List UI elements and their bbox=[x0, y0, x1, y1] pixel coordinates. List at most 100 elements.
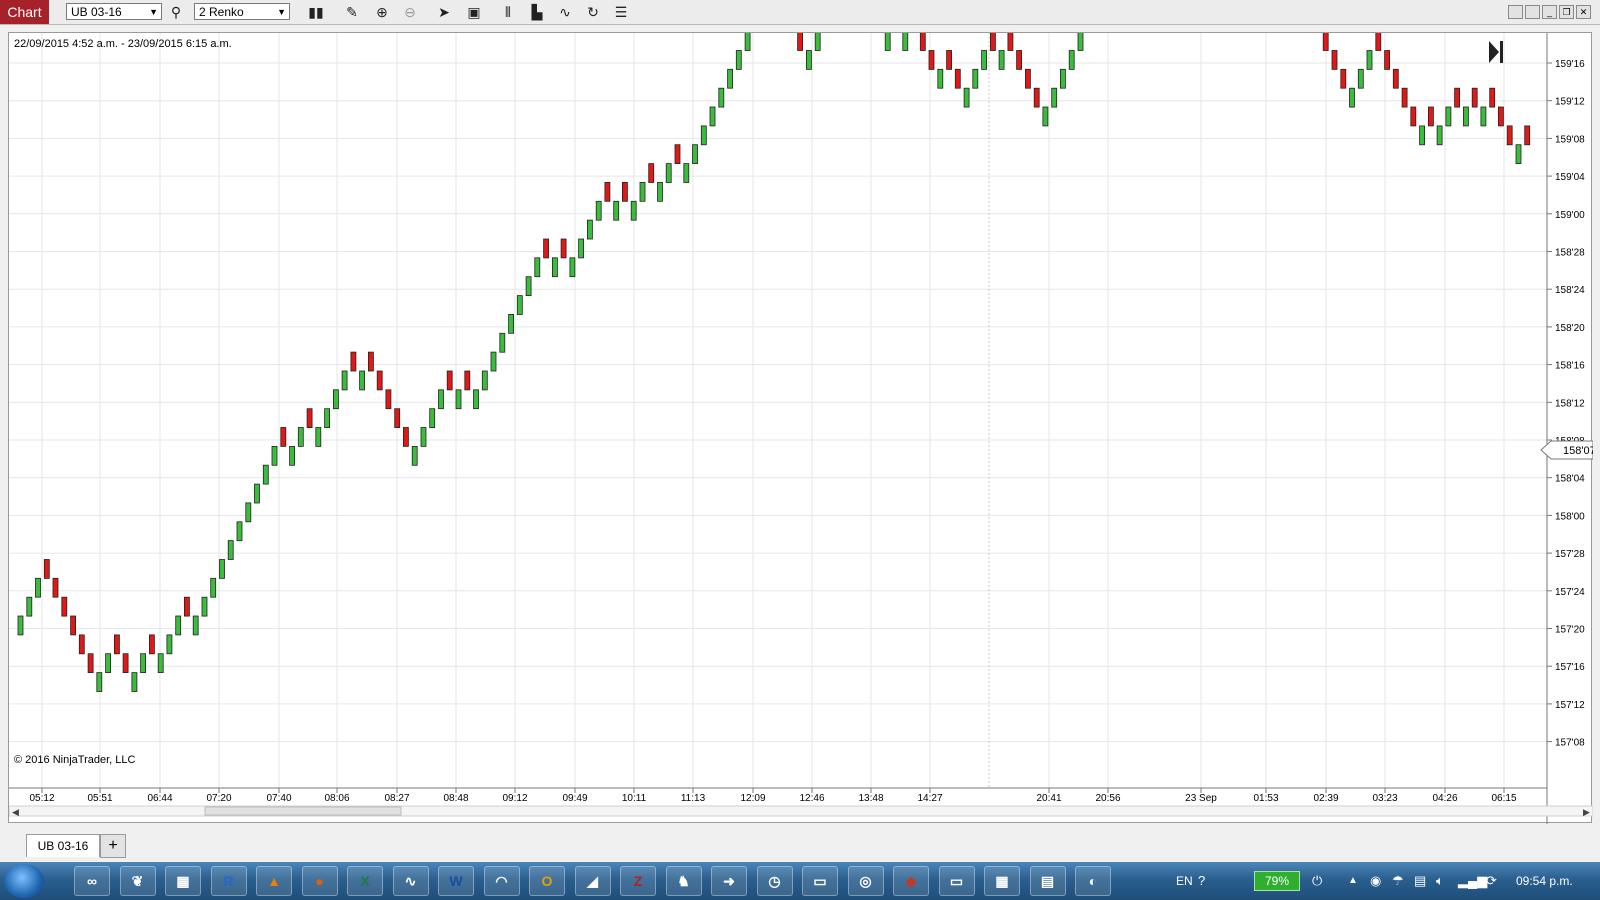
language-indicator[interactable]: EN bbox=[1176, 862, 1193, 900]
renko-down-brick bbox=[1025, 68, 1031, 89]
chart-title-tab[interactable]: Chart bbox=[0, 0, 49, 24]
renko-up-brick bbox=[201, 596, 208, 617]
reload-icon[interactable]: ↻ bbox=[583, 2, 603, 22]
renko-down-brick bbox=[1033, 87, 1040, 108]
clock[interactable]: 09:54 p.m. bbox=[1516, 862, 1573, 900]
instrument-select[interactable]: UB 03-16 ▼ bbox=[66, 3, 162, 20]
scroll-left-icon[interactable]: ◀ bbox=[12, 807, 19, 817]
renko-up-brick bbox=[1366, 50, 1373, 70]
properties-list-icon[interactable]: ☰ bbox=[611, 2, 631, 22]
zoom-in-icon[interactable]: ⊕ bbox=[372, 2, 392, 22]
show-hidden-icons[interactable]: ▲ bbox=[1348, 862, 1358, 900]
clock-icon[interactable]: ◷ bbox=[756, 866, 793, 896]
r-icon[interactable]: R bbox=[210, 866, 247, 896]
renko-up-brick bbox=[1480, 106, 1487, 127]
renko-up-brick bbox=[1357, 68, 1364, 89]
renko-up-brick bbox=[569, 257, 576, 278]
renko-down-brick bbox=[1331, 50, 1338, 70]
signal-icon[interactable]: ▂▄▆ bbox=[1458, 862, 1487, 900]
scanner-icon[interactable]: ▦ bbox=[165, 866, 201, 896]
swirl-icon[interactable]: ∿ bbox=[392, 866, 429, 896]
renko-down-brick bbox=[946, 50, 952, 70]
pointer-icon[interactable]: ➤ bbox=[434, 2, 454, 22]
restore-icon[interactable]: ❐ bbox=[1559, 5, 1574, 19]
renko-down-brick bbox=[543, 238, 549, 259]
camera-icon[interactable]: ◎ bbox=[847, 866, 884, 896]
horizontal-scrollbar[interactable]: ◀ ▶ bbox=[9, 805, 1593, 817]
time-tick-label: 05:51 bbox=[87, 793, 112, 804]
leaf-icon[interactable]: ❦ bbox=[119, 866, 156, 896]
bar-type-icon[interactable]: ▮▮ bbox=[306, 2, 326, 22]
renko-up-brick bbox=[254, 483, 260, 504]
monitor-icon[interactable]: ▭ bbox=[938, 866, 975, 896]
time-tick-label: 08:48 bbox=[443, 793, 468, 804]
renko-down-brick bbox=[70, 615, 76, 636]
sync-icon[interactable]: ⟳ bbox=[1486, 862, 1497, 900]
data-box-icon[interactable]: ▣ bbox=[464, 2, 484, 22]
pdf-icon[interactable]: ◆ bbox=[893, 866, 929, 896]
price-tick-label: 158'16 bbox=[1555, 361, 1585, 372]
renko-up-brick bbox=[271, 445, 278, 466]
drawing-tools-icon[interactable]: ∿ bbox=[555, 2, 575, 22]
calculator-icon[interactable]: ▦ bbox=[984, 866, 1020, 896]
help-icon[interactable]: ? bbox=[1198, 862, 1205, 900]
renko-up-brick bbox=[210, 577, 217, 598]
scroll-right-icon[interactable]: ▶ bbox=[1583, 807, 1590, 817]
device-icon[interactable]: ▤ bbox=[1414, 862, 1426, 900]
renko-up-brick bbox=[613, 200, 620, 221]
runner-icon[interactable]: ♞ bbox=[665, 866, 702, 896]
notes-icon[interactable]: ▤ bbox=[1029, 866, 1066, 896]
outlook-icon[interactable]: O bbox=[529, 866, 565, 896]
zoom-out-icon[interactable]: ⊖ bbox=[400, 2, 420, 22]
vlc-icon[interactable]: ▲ bbox=[256, 866, 292, 896]
chart-panel[interactable]: 159'16 159'12 159'08 159'04 159'00 158'28 158'… bbox=[8, 32, 1593, 824]
chart-style-icon[interactable]: ▙ bbox=[527, 2, 547, 22]
period-select[interactable]: 2 Renko ▼ bbox=[194, 3, 290, 20]
renko-up-brick bbox=[525, 276, 532, 296]
battery-indicator[interactable]: 79% bbox=[1254, 871, 1300, 891]
filezilla-icon[interactable]: Z bbox=[620, 866, 656, 896]
antivirus-icon[interactable]: ☂ bbox=[1392, 862, 1404, 900]
renko-down-brick bbox=[1340, 68, 1347, 89]
search-icon[interactable]: ⚲ bbox=[166, 2, 186, 22]
draw-pencil-icon[interactable]: ✎ bbox=[342, 2, 362, 22]
add-tab-button[interactable]: + bbox=[100, 834, 126, 858]
word-icon[interactable]: W bbox=[438, 866, 474, 896]
price-tick-label: 157'28 bbox=[1555, 549, 1585, 560]
renko-up-brick bbox=[718, 87, 725, 108]
firefox-icon[interactable]: ● bbox=[301, 866, 338, 896]
volume-icon[interactable]: 🔈︎ bbox=[1436, 862, 1444, 900]
excel-icon[interactable]: X bbox=[347, 866, 383, 896]
renko-down-brick bbox=[1471, 87, 1478, 108]
start-button[interactable] bbox=[4, 864, 44, 898]
renko-down-brick bbox=[1489, 87, 1496, 108]
tile-icon[interactable] bbox=[1508, 5, 1523, 19]
renko-down-brick bbox=[990, 33, 996, 51]
tab-ub-03-16[interactable]: UB 03-16 bbox=[26, 834, 100, 857]
minimize-icon[interactable]: _ bbox=[1542, 5, 1557, 19]
time-tick-label: 12:46 bbox=[799, 793, 824, 804]
bar-spacing-icon[interactable]: ⫴ bbox=[498, 2, 518, 22]
arrow-icon[interactable]: ➜ bbox=[711, 866, 747, 896]
headset-icon[interactable]: ◠ bbox=[483, 866, 520, 896]
folder-icon[interactable]: ▭ bbox=[802, 866, 838, 896]
price-tick-label: 158'24 bbox=[1555, 285, 1585, 296]
renko-down-brick bbox=[1384, 50, 1390, 70]
renko-up-brick bbox=[595, 200, 602, 221]
network-globe-icon[interactable]: ◉ bbox=[1370, 862, 1381, 900]
price-tick-label: 158'04 bbox=[1555, 474, 1585, 485]
renko-up-brick bbox=[1051, 87, 1058, 108]
close-icon[interactable]: ✕ bbox=[1576, 5, 1591, 19]
renko-up-brick bbox=[157, 653, 164, 674]
price-tick-label: 157'08 bbox=[1555, 738, 1585, 749]
renko-chart[interactable]: 159'16 159'12 159'08 159'04 159'00 158'28 158'… bbox=[9, 33, 1593, 824]
tile-2-icon[interactable] bbox=[1525, 5, 1540, 19]
scroll-to-end-icon[interactable] bbox=[1489, 41, 1503, 63]
power-plug-icon[interactable]: ⏻ bbox=[1312, 862, 1322, 900]
chart-app-icon[interactable]: ◢ bbox=[574, 866, 611, 896]
panda-icon[interactable]: ◐ bbox=[1075, 866, 1111, 896]
renko-up-brick bbox=[175, 615, 182, 636]
infinity-icon[interactable]: ∞ bbox=[74, 866, 110, 896]
renko-up-brick bbox=[289, 445, 296, 466]
time-tick-label: 07:20 bbox=[206, 793, 231, 804]
